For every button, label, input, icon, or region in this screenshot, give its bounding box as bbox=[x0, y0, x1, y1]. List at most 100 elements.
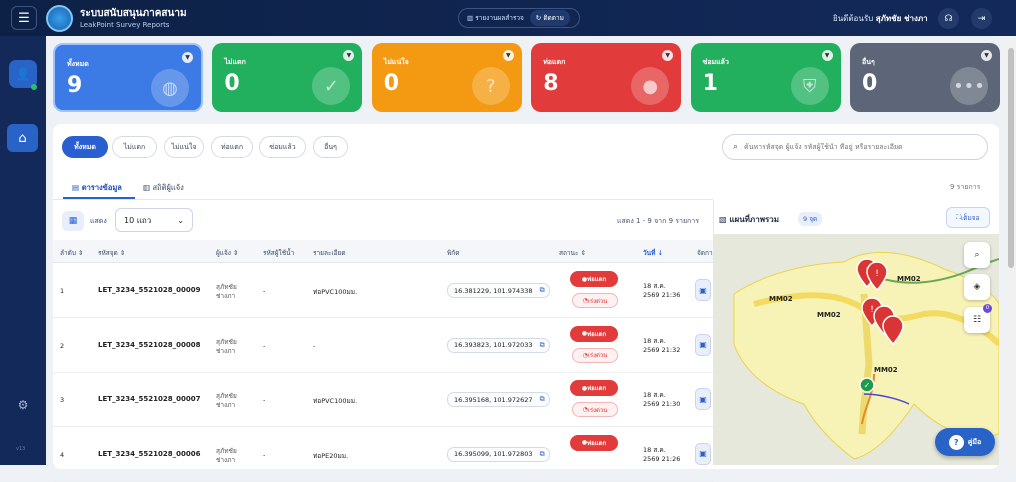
question-icon: ? bbox=[471, 67, 510, 105]
tab-stats[interactable]: ▥ สถิติผู้แจ้ง bbox=[143, 182, 184, 194]
home-icon[interactable]: ⌂ bbox=[7, 124, 38, 152]
filter-chip[interactable]: ซ่อมแล้ว bbox=[259, 136, 306, 158]
row-coord[interactable]: 16.381229, 101.974338 ⧉ bbox=[447, 283, 550, 298]
row-index: 2 bbox=[60, 341, 65, 350]
col-index[interactable]: ลำดับ ⇕ bbox=[60, 248, 84, 258]
row-time: 2569 21:36 bbox=[643, 291, 681, 299]
row-coord[interactable]: 16.393823, 101.972033 ⧉ bbox=[447, 337, 550, 353]
globe-icon: ◍ bbox=[151, 69, 189, 107]
view-image-icon[interactable]: ▣ bbox=[695, 279, 711, 301]
search-icon: ⌕ bbox=[733, 142, 739, 152]
card-label: ท่อแตก bbox=[543, 58, 566, 66]
headset-icon[interactable]: ☊ bbox=[938, 8, 959, 29]
row-code[interactable]: LET_3234_5521028_00008 bbox=[98, 341, 200, 349]
search-input[interactable] bbox=[744, 143, 975, 151]
scrollbar-thumb[interactable] bbox=[1008, 48, 1014, 268]
fullscreen-button[interactable]: ⛶ เต็มจอ bbox=[946, 207, 990, 228]
card-count: 0 bbox=[224, 71, 240, 96]
row-coord[interactable]: 16.395099, 101.972803 ⧉ bbox=[447, 446, 550, 462]
status-badge: ● ท่อแตก bbox=[570, 325, 618, 342]
status-card[interactable]: ซ่อมแล้ว 1 ▼ ⛨ bbox=[690, 43, 841, 112]
view-image-icon[interactable]: ▣ bbox=[695, 388, 711, 410]
status-badge: ● ท่อแตก bbox=[570, 380, 618, 396]
filter-chip[interactable]: ไม่แตก bbox=[112, 136, 157, 158]
status-card[interactable]: ทั้งหมด 9 ▼ ◍ bbox=[53, 43, 203, 112]
nav-track[interactable]: ↻ ติดตาม bbox=[529, 10, 570, 26]
card-count: 8 bbox=[543, 71, 559, 96]
row-code[interactable]: LET_3234_5521028_00009 bbox=[98, 286, 200, 294]
urgent-badge: ◔ เร่งด่วน bbox=[572, 347, 618, 363]
road-label: MM02 bbox=[769, 295, 793, 303]
col-water-id: รหัสผู้ใช้น้ำ bbox=[263, 249, 295, 257]
app-title: ระบบสนับสนุนภาคสนาม bbox=[80, 8, 187, 19]
card-count: 0 bbox=[862, 71, 878, 96]
filter-chip[interactable]: ทั้งหมด bbox=[62, 136, 108, 158]
row-index: 4 bbox=[60, 450, 65, 459]
filter-chip[interactable]: อื่นๆ bbox=[313, 136, 348, 158]
map-count: 9 จุด bbox=[798, 212, 823, 226]
road-label: MM02 bbox=[817, 311, 841, 319]
question-icon: ? bbox=[948, 434, 964, 450]
map-zoom-icon[interactable]: ⌕ bbox=[964, 242, 990, 268]
chevron-down-icon[interactable]: ▼ bbox=[343, 50, 355, 61]
map-marker-repaired[interactable]: ✓ bbox=[859, 377, 875, 393]
copy-icon[interactable]: ⧉ bbox=[540, 450, 545, 459]
copy-icon[interactable]: ⧉ bbox=[540, 341, 545, 350]
chevron-down-icon[interactable]: ▼ bbox=[662, 50, 674, 61]
dots-icon: ••• bbox=[950, 67, 988, 105]
row-water-id: - bbox=[263, 341, 266, 350]
chevron-down-icon[interactable]: ▼ bbox=[502, 50, 514, 61]
tab-table[interactable]: ▤ ตารางข้อมูล bbox=[72, 182, 122, 194]
row-coord[interactable]: 16.395168, 101.972627 ⧉ bbox=[447, 392, 550, 407]
row-detail: ท่อPE20มม. bbox=[313, 451, 349, 460]
page-size-select[interactable]: 10 แถว ⌄ bbox=[115, 208, 193, 232]
chevron-down-icon[interactable]: ▼ bbox=[821, 50, 833, 61]
row-reporter: ช่างภา bbox=[216, 401, 236, 409]
view-image-icon[interactable]: ▣ bbox=[695, 442, 711, 465]
filter-chip[interactable]: ท่อแตก bbox=[211, 136, 253, 158]
view-image-icon[interactable]: ▣ bbox=[695, 333, 711, 356]
row-date: 18 ส.ค. bbox=[643, 391, 666, 399]
row-date: 18 ส.ค. bbox=[643, 445, 666, 454]
menu-icon[interactable]: ☰ bbox=[11, 6, 37, 30]
status-card[interactable]: ท่อแตก 8 ▼ ● bbox=[531, 43, 682, 112]
chevron-down-icon[interactable]: ▼ bbox=[182, 52, 193, 63]
card-label: ไม่แตก bbox=[224, 58, 246, 66]
copy-icon[interactable]: ⧉ bbox=[540, 395, 545, 404]
card-label: ทั้งหมด bbox=[67, 60, 89, 68]
logout-icon[interactable]: ⇥ bbox=[971, 8, 992, 29]
row-water-id: - bbox=[263, 287, 266, 295]
map-layers-icon[interactable]: ◈ bbox=[964, 274, 990, 300]
col-date[interactable]: วันที่ ↓ bbox=[643, 248, 663, 258]
show-label: แสดง bbox=[90, 217, 107, 225]
copy-icon[interactable]: ⧉ bbox=[540, 286, 545, 295]
nav-survey-report[interactable]: ▥ รายงานผลสำรวจ bbox=[459, 13, 530, 23]
row-time: 2569 21:26 bbox=[643, 454, 681, 463]
status-card[interactable]: ไม่แน่ใจ 0 ▼? bbox=[371, 43, 522, 112]
col-code[interactable]: รหัสจุด ⇕ bbox=[98, 248, 125, 258]
chevron-down-icon[interactable]: ▼ bbox=[981, 50, 992, 61]
search-box[interactable]: ⌕ bbox=[722, 134, 988, 160]
top-nav: ▥ รายงานผลสำรวจ ↻ ติดตาม bbox=[458, 8, 580, 28]
card-label: อื่นๆ bbox=[862, 58, 875, 66]
row-date: 18 ส.ค. bbox=[643, 282, 666, 290]
top-bar: ☰ ระบบสนับสนุนภาคสนาม LeakPoint Survey R… bbox=[0, 0, 1016, 36]
col-coord: พิกัด bbox=[447, 249, 460, 257]
shield-icon: ⛨ bbox=[790, 67, 829, 105]
row-code[interactable]: LET_3234_5521028_00006 bbox=[98, 450, 200, 458]
card-count: 9 bbox=[67, 73, 83, 98]
welcome-text: ยินดีต้อนรับ สุภัทชัย ช่างภา bbox=[833, 14, 928, 23]
status-card[interactable]: อื่นๆ 0 ▼ ••• bbox=[850, 43, 1000, 112]
help-button[interactable]: ? คู่มือ bbox=[935, 428, 995, 456]
table-header bbox=[53, 240, 713, 263]
row-code[interactable]: LET_3234_5521028_00007 bbox=[98, 395, 200, 403]
col-status[interactable]: สถานะ ⇕ bbox=[559, 248, 586, 258]
col-reporter[interactable]: ผู้แจ้ง ⇕ bbox=[216, 248, 239, 258]
card-label: ไม่แน่ใจ bbox=[383, 58, 409, 66]
check-icon: ✓ bbox=[312, 67, 351, 105]
user-settings-icon[interactable]: ⚙ bbox=[12, 398, 34, 420]
svg-text:!: ! bbox=[875, 269, 879, 279]
total-count: 9 รายการ bbox=[950, 183, 981, 191]
status-card[interactable]: ไม่แตก 0 ▼ ✓ bbox=[212, 43, 363, 112]
filter-chip[interactable]: ไม่แน่ใจ bbox=[164, 136, 204, 158]
